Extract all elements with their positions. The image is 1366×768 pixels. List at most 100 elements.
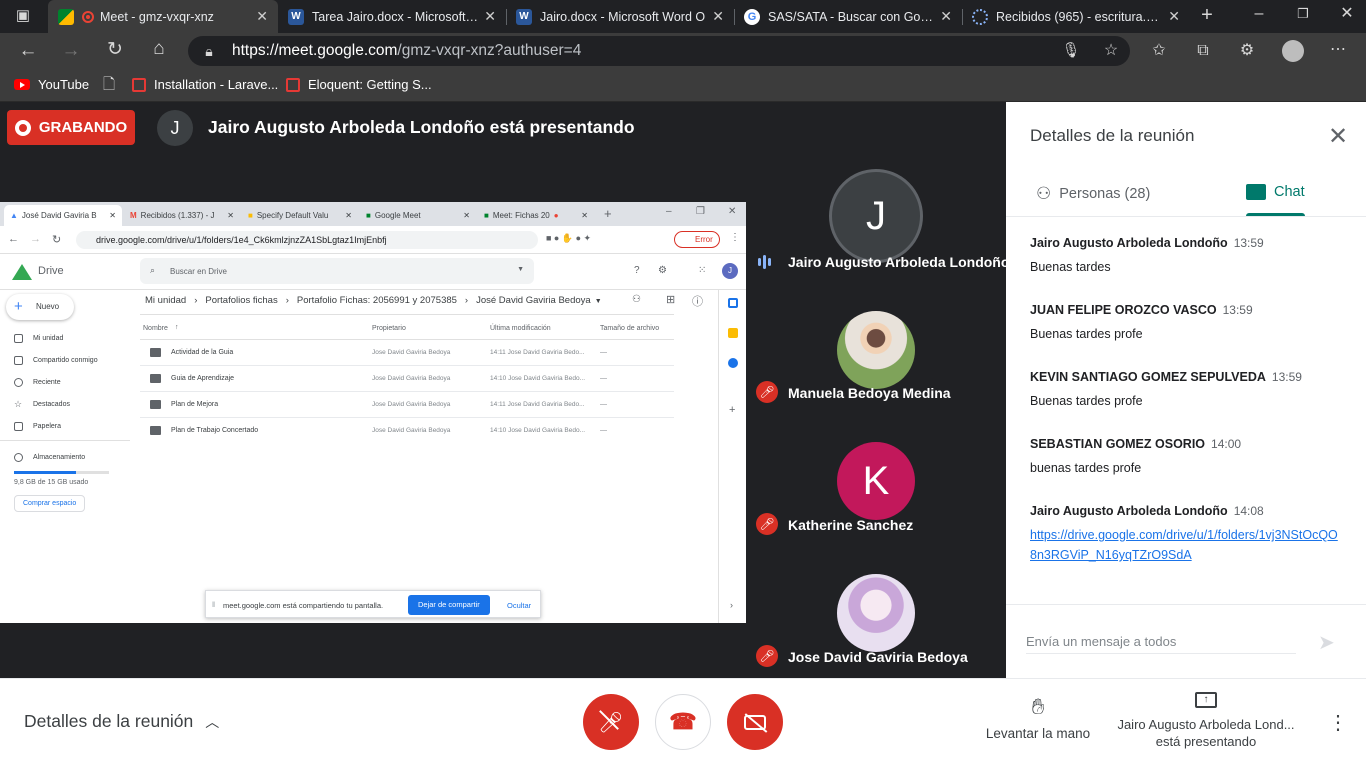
people-icon: ⚇ bbox=[1036, 184, 1052, 203]
new-tab-icon[interactable]: + bbox=[1196, 5, 1218, 25]
back-icon[interactable]: ← bbox=[17, 41, 39, 61]
drive-nav-item: ☆ Destacados bbox=[14, 399, 70, 409]
message-time: 14:08 bbox=[1233, 504, 1264, 518]
lock-icon[interactable]: 🔒︎ bbox=[198, 41, 220, 61]
shared-address-bar: ← → ↻ drive.google.com/drive/u/1/folders… bbox=[0, 226, 746, 254]
profile-avatar[interactable] bbox=[1282, 40, 1304, 62]
close-tab-icon[interactable]: ✕ bbox=[712, 8, 724, 25]
drive-nav-item: Compartido conmigo bbox=[14, 356, 98, 365]
shared-tab: ■ Specify Default Valu ✕ bbox=[248, 211, 352, 220]
message-time: 13:59 bbox=[1271, 370, 1302, 384]
collections-icon[interactable]: ⧉ bbox=[1192, 41, 1214, 61]
shared-tab: ■ Meet: Fichas 20 ● ✕ bbox=[484, 211, 588, 220]
message-text: Buenas tardes profe bbox=[1030, 327, 1143, 341]
browser-tab-meet[interactable]: Meet - gmz-vxqr-xnz ✕ bbox=[48, 0, 278, 33]
close-panel-icon[interactable]: ✕ bbox=[1324, 122, 1352, 151]
presenting-status-button[interactable]: ↑ Jairo Augusto Arboleda Lond... está pr… bbox=[1104, 692, 1308, 749]
present-icon: ↑ bbox=[1195, 692, 1217, 708]
address-bar[interactable]: 🔒︎ https://meet.google.com/gmz-vxqr-xnz?… bbox=[188, 36, 1130, 66]
bookmark-eloquent[interactable]: Eloquent: Getting S... bbox=[286, 77, 432, 92]
message-text: Buenas tardes bbox=[1030, 260, 1111, 274]
message-time: 14:00 bbox=[1211, 437, 1242, 451]
message-sender: JUAN FELIPE OROZCO VASCO bbox=[1030, 303, 1217, 317]
record-icon bbox=[14, 119, 31, 136]
close-tab-icon[interactable]: ✕ bbox=[1168, 8, 1180, 25]
muted-mic-icon: 🎤︎ bbox=[756, 381, 778, 403]
google-icon: G bbox=[744, 8, 760, 25]
tab-title: Tarea Jairo.docx - Microsoft W bbox=[312, 9, 479, 24]
laravel-icon bbox=[132, 77, 146, 92]
presenter-avatar: J bbox=[157, 110, 193, 146]
drive-search: ⌕ Buscar en Drive ▼ bbox=[140, 258, 534, 284]
tab-actions-icon[interactable]: ▣ bbox=[12, 6, 34, 26]
close-window-icon[interactable]: ✕ bbox=[1336, 4, 1358, 24]
browser-tab-gmail[interactable]: Recibidos (965) - escritura.100 ✕ bbox=[962, 0, 1190, 33]
tab-chat[interactable]: Chat bbox=[1246, 184, 1305, 200]
close-tab-icon[interactable]: ✕ bbox=[256, 8, 268, 25]
raise-hand-button[interactable]: ✋︎ Levantar la mano bbox=[982, 694, 1094, 741]
recording-indicator[interactable]: GRABANDO bbox=[7, 110, 135, 145]
more-options-icon[interactable]: ⋮ bbox=[1328, 710, 1348, 735]
chat-message: Jairo Augusto Arboleda Londoño 13:59 Buen… bbox=[1030, 234, 1342, 277]
speaking-indicator-icon bbox=[758, 255, 771, 269]
storage-bar bbox=[14, 471, 109, 474]
details-label: Detalles de la reunión bbox=[24, 711, 194, 731]
browser-tab-google-search[interactable]: G SAS/SATA - Buscar con Google ✕ bbox=[734, 0, 962, 33]
toggle-microphone-button[interactable]: 🎤︎ bbox=[583, 694, 639, 750]
word-icon: W bbox=[288, 8, 304, 25]
home-icon[interactable]: ⌂ bbox=[148, 39, 170, 59]
chevron-up-icon: ︿ bbox=[205, 713, 220, 730]
message-link[interactable]: https://drive.google.com/drive/u/1/folde… bbox=[1030, 528, 1338, 562]
browser-tab-strip: ▣ Meet - gmz-vxqr-xnz ✕ W Tarea Jairo.do… bbox=[0, 0, 1366, 33]
table-row: Plan de Mejora Jose David Gaviria Bedoya… bbox=[140, 392, 674, 418]
participant-tile[interactable]: J Jairo Augusto Arboleda Londoño bbox=[746, 151, 1009, 283]
microphone-icon[interactable]: 🎙︎ bbox=[1060, 41, 1082, 61]
add-favorite-icon[interactable]: ☆ bbox=[1100, 41, 1122, 61]
browser-tab-word-jairo[interactable]: W Jairo.docx - Microsoft Word O ✕ bbox=[506, 0, 734, 33]
bookmark-laravel-installation[interactable]: Installation - Larave... bbox=[132, 77, 278, 92]
hand-icon: ✋︎ bbox=[1031, 694, 1045, 719]
extensions-icon[interactable]: ⚙︎ bbox=[1236, 41, 1258, 61]
shared-screen: ▲ José David Gaviria B ✕ M Recibidos (1.337… bbox=[0, 202, 746, 623]
close-tab-icon[interactable]: ✕ bbox=[940, 8, 952, 25]
storage-text: 9,8 GB de 15 GB usado bbox=[14, 479, 89, 486]
shared-tab: ▲ José David Gaviria B ✕ bbox=[4, 205, 122, 226]
bookmarks-bar: YouTube 🗋︎ Installation - Larave... Eloq… bbox=[0, 69, 1366, 102]
tab-people[interactable]: ⚇ Personas (28) bbox=[1036, 184, 1150, 204]
shared-tab: ■ Google Meet ✕ bbox=[366, 211, 470, 220]
recording-dot-icon bbox=[82, 10, 94, 23]
minimize-icon[interactable]: – bbox=[1248, 4, 1270, 24]
bookmark-youtube[interactable]: YouTube bbox=[14, 77, 89, 92]
shared-tab-strip: ▲ José David Gaviria B ✕ M Recibidos (1.337… bbox=[0, 202, 746, 226]
participant-photo bbox=[837, 311, 915, 389]
page-icon[interactable]: 🗋︎ bbox=[98, 75, 120, 95]
leave-call-button[interactable]: ☎︎ bbox=[655, 694, 711, 750]
screen-share-bar: ‖ meet.google.com está compartiendo tu p… bbox=[205, 590, 541, 618]
chat-message-input[interactable]: Envía un mensaje a todos bbox=[1026, 634, 1296, 654]
participant-tile[interactable]: K 🎤︎ Katherine Sanchez bbox=[746, 415, 1006, 547]
restore-icon[interactable]: ❐ bbox=[1292, 4, 1314, 24]
shared-tab: M Recibidos (1.337) - J ✕ bbox=[130, 211, 234, 220]
drive-table-header: Nombre ↑ Propietario Última modificación … bbox=[140, 318, 674, 340]
table-row: Guia de Aprendizaje Jose David Gaviria B… bbox=[140, 366, 674, 392]
participant-name: Manuela Bedoya Medina bbox=[788, 385, 951, 401]
meeting-details-toggle[interactable]: Detalles de la reunión ︿ bbox=[24, 711, 219, 732]
send-icon[interactable]: ➤ bbox=[1318, 630, 1335, 655]
favorites-icon[interactable]: ✩ bbox=[1148, 41, 1170, 61]
forward-icon[interactable]: → bbox=[60, 41, 82, 61]
drive-nav-item: Papelera bbox=[14, 422, 61, 431]
reload-icon[interactable]: ↻ bbox=[104, 40, 126, 60]
more-options-icon[interactable]: ⋯ bbox=[1327, 40, 1349, 60]
browser-tab-word-tarea[interactable]: W Tarea Jairo.docx - Microsoft W ✕ bbox=[278, 0, 506, 33]
message-text: Buenas tardes profe bbox=[1030, 394, 1143, 408]
close-tab-icon[interactable]: ✕ bbox=[484, 8, 496, 25]
recording-label: GRABANDO bbox=[38, 119, 128, 136]
chat-message: Jairo Augusto Arboleda Londoño 14:08 http… bbox=[1030, 502, 1342, 565]
toggle-camera-button[interactable] bbox=[727, 694, 783, 750]
message-sender: Jairo Augusto Arboleda Londoño bbox=[1030, 236, 1228, 250]
raise-hand-label: Levantar la mano bbox=[985, 726, 1091, 741]
participant-tile[interactable]: 🎤︎ Manuela Bedoya Medina bbox=[746, 283, 1006, 415]
presenter-banner: Jairo Augusto Arboleda Londoño está pres… bbox=[208, 117, 635, 137]
drive-new-button: + Nuevo bbox=[6, 294, 74, 320]
participant-tile[interactable]: 🎤︎ Jose David Gaviria Bedoya bbox=[746, 547, 1006, 679]
